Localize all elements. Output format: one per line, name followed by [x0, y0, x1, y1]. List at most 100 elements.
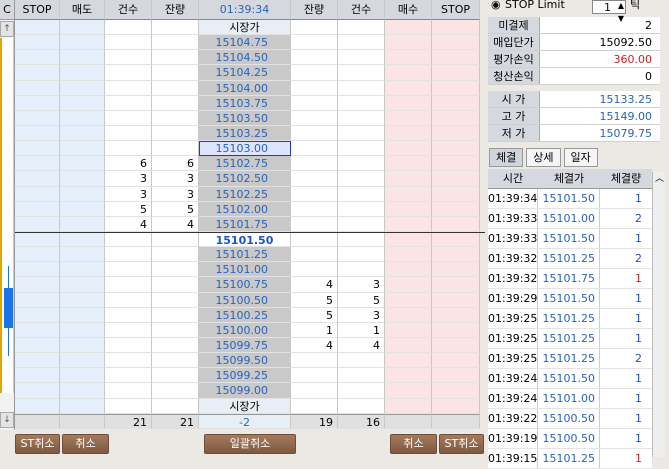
cell-0[interactable]: [15, 216, 60, 232]
tab-2[interactable]: 일자: [563, 148, 598, 167]
cancel-left-button[interactable]: 취소: [62, 434, 109, 454]
cell-1[interactable]: [60, 277, 105, 293]
ask-price[interactable]: 15102.75: [199, 156, 291, 172]
cell-0[interactable]: [15, 307, 60, 323]
cell-7[interactable]: [385, 141, 432, 157]
total-diff[interactable]: -2: [199, 413, 291, 429]
cell-8[interactable]: [432, 95, 480, 111]
cell-7[interactable]: [385, 95, 432, 111]
cell-8[interactable]: [432, 232, 480, 248]
ask-price[interactable]: 15103.75: [199, 95, 291, 111]
cell-7[interactable]: [385, 201, 432, 217]
cell-8[interactable]: [432, 35, 480, 51]
cell-8[interactable]: [432, 125, 480, 142]
cell-7[interactable]: [385, 50, 432, 66]
cell-0[interactable]: [15, 383, 60, 399]
bid-price[interactable]: 15099.50: [199, 353, 291, 369]
cell-0[interactable]: [15, 125, 60, 142]
cell-1[interactable]: [60, 20, 105, 36]
cell-8[interactable]: [432, 141, 480, 157]
cell-1[interactable]: [60, 141, 105, 157]
cell-0[interactable]: [15, 50, 60, 66]
cell-1[interactable]: [60, 171, 105, 187]
cell-7[interactable]: [385, 337, 432, 354]
cell-0[interactable]: [15, 95, 60, 111]
cell-8[interactable]: [432, 337, 480, 354]
bid-price[interactable]: 15099.00: [199, 383, 291, 399]
bid-price[interactable]: 15100.75: [199, 277, 291, 293]
cell-0[interactable]: [15, 337, 60, 354]
cell-8[interactable]: [432, 277, 480, 293]
cell-7[interactable]: [385, 292, 432, 308]
cell-1[interactable]: [60, 35, 105, 51]
cell-1[interactable]: [60, 307, 105, 323]
cell-8[interactable]: [432, 353, 480, 369]
bid-price[interactable]: 15099.75: [199, 337, 291, 354]
cell-0[interactable]: [15, 262, 60, 278]
cell-7[interactable]: [385, 247, 432, 263]
cell-1[interactable]: [60, 398, 105, 414]
bid-price[interactable]: 15101.25: [199, 247, 291, 263]
cell-7[interactable]: [385, 368, 432, 384]
cell-8[interactable]: [432, 65, 480, 81]
cell-0[interactable]: [15, 141, 60, 157]
cell-0[interactable]: [15, 247, 60, 263]
st-cancel-left-button[interactable]: ST취소: [15, 434, 60, 454]
ask-price[interactable]: 15102.00: [199, 201, 291, 217]
cell-0[interactable]: [15, 292, 60, 308]
cancel-all-button[interactable]: 일괄취소: [204, 434, 296, 454]
cell-0[interactable]: [15, 322, 60, 338]
cell-7[interactable]: [385, 35, 432, 51]
st-cancel-right-button[interactable]: ST취소: [439, 434, 484, 454]
bid-price[interactable]: 15100.00: [199, 322, 291, 338]
cell-0[interactable]: [15, 65, 60, 81]
cell-8[interactable]: [432, 110, 480, 126]
ask-price[interactable]: 15101.75: [199, 216, 291, 232]
cell-8[interactable]: [432, 50, 480, 66]
cell-7[interactable]: [385, 232, 432, 248]
bid-price[interactable]: 15100.50: [199, 292, 291, 308]
cell-0[interactable]: [15, 171, 60, 187]
tab-1[interactable]: 상세: [526, 148, 561, 167]
cell-1[interactable]: [60, 337, 105, 354]
cell-8[interactable]: [432, 292, 480, 308]
cell-0[interactable]: [15, 277, 60, 293]
cell-8[interactable]: [432, 383, 480, 399]
cell-1[interactable]: [60, 413, 105, 429]
cell-1[interactable]: [60, 125, 105, 142]
cell-1[interactable]: [60, 110, 105, 126]
cancel-right-button[interactable]: 취소: [390, 434, 437, 454]
cell-8[interactable]: [432, 413, 480, 429]
cell-8[interactable]: [432, 156, 480, 172]
bid-price[interactable]: 15099.25: [199, 368, 291, 384]
cell-1[interactable]: [60, 201, 105, 217]
cell-8[interactable]: [432, 201, 480, 217]
cell-1[interactable]: [60, 50, 105, 66]
bid-price[interactable]: 15100.25: [199, 307, 291, 323]
ask-price[interactable]: 15102.50: [199, 171, 291, 187]
cell-7[interactable]: [385, 353, 432, 369]
ask-price[interactable]: 15104.25: [199, 65, 291, 81]
cell-0[interactable]: [15, 20, 60, 36]
ask-price[interactable]: 15102.25: [199, 186, 291, 202]
cell-7[interactable]: [385, 156, 432, 172]
cell-0[interactable]: [15, 398, 60, 414]
scroll-down-icon[interactable]: ↓: [0, 412, 14, 428]
market-order-label-top[interactable]: 시장가: [199, 20, 291, 36]
cell-0[interactable]: [15, 35, 60, 51]
ask-price[interactable]: 15104.50: [199, 50, 291, 66]
cell-1[interactable]: [60, 353, 105, 369]
cell-7[interactable]: [385, 20, 432, 36]
cell-8[interactable]: [432, 216, 480, 232]
cell-8[interactable]: [432, 186, 480, 202]
cell-1[interactable]: [60, 383, 105, 399]
cell-8[interactable]: [432, 247, 480, 263]
tab-0[interactable]: 체결: [489, 148, 524, 167]
cell-7[interactable]: [385, 186, 432, 202]
cell-1[interactable]: [60, 247, 105, 263]
cell-7[interactable]: [385, 413, 432, 429]
cell-7[interactable]: [385, 216, 432, 232]
current-price[interactable]: 15101.50: [199, 232, 291, 248]
scroll-up-icon[interactable]: ↑: [0, 21, 14, 37]
cell-0[interactable]: [15, 156, 60, 172]
